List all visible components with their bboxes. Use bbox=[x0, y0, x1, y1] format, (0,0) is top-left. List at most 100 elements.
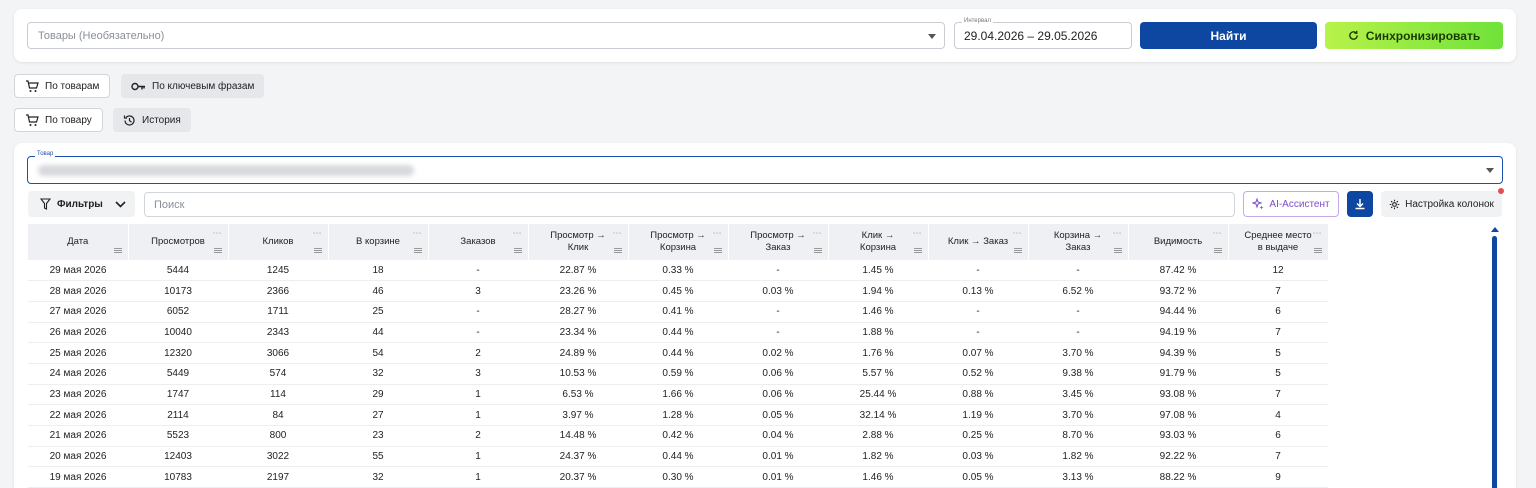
column-header[interactable]: Видимость ⋯ bbox=[1128, 224, 1229, 260]
ai-assistant-button[interactable]: AI-Ассистент bbox=[1243, 191, 1339, 217]
table-cell: 88.22 % bbox=[1128, 466, 1228, 488]
column-header[interactable]: В корзине ⋯ bbox=[328, 224, 429, 260]
tab-by-products[interactable]: По товарам bbox=[14, 74, 111, 98]
column-header[interactable]: Клик → Корзина ⋯ bbox=[828, 224, 929, 260]
column-menu-icon[interactable] bbox=[213, 248, 222, 253]
table-cell: 2.88 % bbox=[828, 425, 928, 447]
table-cell: 28.27 % bbox=[528, 301, 628, 323]
chevron-down-icon bbox=[115, 200, 126, 208]
column-options-icon[interactable]: ⋯ bbox=[913, 227, 922, 239]
history-table: Дата Просмотров ⋯ Кликов ⋯ В корзине ⋯ Заказов ⋯… bbox=[28, 224, 1329, 488]
table-row[interactable]: 22 мая 2026 2114 84 27 1 3.97 % 1.28 % 0.05 % 32… bbox=[28, 404, 1328, 426]
key-icon bbox=[131, 82, 145, 90]
table-cell: 1.46 % bbox=[828, 301, 928, 323]
column-menu-icon[interactable] bbox=[1013, 248, 1022, 253]
column-header[interactable]: Кликов ⋯ bbox=[228, 224, 329, 260]
column-header[interactable]: Просмотр → Корзина ⋯ bbox=[628, 224, 729, 260]
tab-by-product[interactable]: По товару bbox=[14, 108, 103, 132]
column-header-label: Просмотров bbox=[151, 236, 205, 247]
table-cell: 0.07 % bbox=[928, 342, 1028, 364]
table-cell: 2114 bbox=[128, 404, 228, 426]
column-options-icon[interactable]: ⋯ bbox=[1013, 227, 1022, 239]
table-cell: 0.44 % bbox=[628, 446, 728, 468]
table-cell: 20 мая 2026 bbox=[28, 446, 128, 468]
table-cell: 2 bbox=[428, 425, 528, 447]
table-cell: 3 bbox=[428, 280, 528, 302]
table-cell: 10783 bbox=[128, 466, 228, 488]
column-header[interactable]: Просмотров ⋯ bbox=[128, 224, 229, 260]
table-scrollbar[interactable] bbox=[1490, 227, 1500, 488]
column-options-icon[interactable]: ⋯ bbox=[413, 227, 422, 239]
column-header[interactable]: Заказов ⋯ bbox=[428, 224, 529, 260]
interval-field[interactable]: Интервал 29.04.2026 – 29.05.2026 bbox=[954, 18, 1132, 49]
table-cell: 0.59 % bbox=[628, 363, 728, 385]
column-menu-icon[interactable] bbox=[913, 248, 922, 253]
column-options-icon[interactable]: ⋯ bbox=[1113, 227, 1122, 239]
column-header[interactable]: Клик → Заказ ⋯ bbox=[928, 224, 1029, 260]
column-options-icon[interactable]: ⋯ bbox=[613, 227, 622, 239]
column-menu-icon[interactable] bbox=[513, 248, 522, 253]
column-menu-icon[interactable] bbox=[313, 248, 322, 253]
download-button[interactable] bbox=[1347, 191, 1373, 217]
column-header[interactable]: Просмотр → Клик ⋯ bbox=[528, 224, 629, 260]
table-cell: 0.25 % bbox=[928, 425, 1028, 447]
product-select[interactable]: Товар bbox=[27, 151, 1503, 184]
search-input[interactable] bbox=[144, 192, 1235, 217]
column-header-label: Дата bbox=[67, 236, 89, 247]
interval-value: 29.04.2026 – 29.05.2026 bbox=[964, 29, 1098, 43]
column-header-label: Корзина → bbox=[1053, 230, 1103, 241]
column-menu-icon[interactable] bbox=[1113, 248, 1122, 253]
column-menu-icon[interactable] bbox=[813, 248, 822, 253]
table-row[interactable]: 28 мая 2026 10173 2366 46 3 23.26 % 0.45 % 0.03… bbox=[28, 280, 1328, 302]
table-cell: 4 bbox=[1228, 404, 1328, 426]
column-menu-icon[interactable] bbox=[613, 248, 622, 253]
table-cell: - bbox=[428, 322, 528, 344]
tab-history[interactable]: История bbox=[113, 108, 191, 132]
column-options-icon[interactable]: ⋯ bbox=[1213, 227, 1222, 239]
scroll-up-arrow-icon[interactable] bbox=[1491, 227, 1499, 232]
column-options-icon[interactable]: ⋯ bbox=[213, 227, 222, 239]
column-menu-icon[interactable] bbox=[713, 248, 722, 253]
table-cell: 32.14 % bbox=[828, 404, 928, 426]
column-options-icon[interactable]: ⋯ bbox=[713, 227, 722, 239]
table-cell: 114 bbox=[228, 384, 328, 406]
column-menu-icon[interactable] bbox=[1213, 248, 1222, 253]
table-row[interactable]: 20 мая 2026 12403 3022 55 1 24.37 % 0.44 % 0.01… bbox=[28, 446, 1328, 468]
column-menu-icon[interactable] bbox=[113, 248, 122, 253]
tab-by-keywords[interactable]: По ключевым фразам bbox=[121, 74, 265, 98]
table-row[interactable]: 25 мая 2026 12320 3066 54 2 24.89 % 0.44 % 0.02… bbox=[28, 342, 1328, 364]
table-row[interactable]: 26 мая 2026 10040 2343 44-23.34 % 0.44 % -1.8… bbox=[28, 322, 1328, 344]
table-row[interactable]: 23 мая 2026 1747 114 29 1 6.53 % 1.66 % 0.06 % 2… bbox=[28, 384, 1328, 406]
table-cell: 21 мая 2026 bbox=[28, 425, 128, 447]
table-cell: - bbox=[428, 260, 528, 282]
column-menu-icon[interactable] bbox=[1313, 248, 1322, 253]
column-header[interactable]: Корзина → Заказ ⋯ bbox=[1028, 224, 1129, 260]
scrollbar-thumb[interactable] bbox=[1492, 236, 1497, 488]
table-cell: - bbox=[928, 260, 1028, 282]
table-row[interactable]: 19 мая 2026 10783 2197 32 1 20.37 % 0.30 % 0.01… bbox=[28, 466, 1328, 488]
column-options-icon[interactable]: ⋯ bbox=[513, 227, 522, 239]
table-row[interactable]: 27 мая 2026 6052 1711 25-28.27 % 0.41 % -1.46… bbox=[28, 301, 1328, 323]
table-cell: 3 bbox=[428, 363, 528, 385]
table-row[interactable]: 29 мая 2026 5444 1245 18-22.87 % 0.33 % -1.45… bbox=[28, 260, 1328, 282]
table-row[interactable]: 24 мая 2026 5449 574 32 3 10.53 % 0.59 % 0.06 %… bbox=[28, 363, 1328, 385]
column-header-label: Кликов bbox=[262, 236, 294, 247]
download-icon bbox=[1355, 199, 1365, 210]
column-header[interactable]: Дата bbox=[28, 224, 129, 260]
column-menu-icon[interactable] bbox=[413, 248, 422, 253]
column-settings-button[interactable]: Настройка колонок bbox=[1381, 191, 1502, 217]
sparkle-icon bbox=[1252, 198, 1264, 210]
table-row[interactable]: 21 мая 2026 5523 800 23 2 14.48 % 0.42 % 0.04 %… bbox=[28, 425, 1328, 447]
column-header[interactable]: Просмотр → Заказ ⋯ bbox=[728, 224, 829, 260]
table-cell: 1.76 % bbox=[828, 342, 928, 364]
sync-button[interactable]: Синхронизировать bbox=[1325, 22, 1503, 49]
filters-button[interactable]: Фильтры bbox=[28, 191, 135, 217]
column-options-icon[interactable]: ⋯ bbox=[813, 227, 822, 239]
column-header[interactable]: Среднее место в выдаче ⋯ bbox=[1228, 224, 1329, 260]
column-header-label: Клик → Заказ bbox=[947, 236, 1009, 247]
find-button[interactable]: Найти bbox=[1140, 22, 1317, 49]
column-options-icon[interactable]: ⋯ bbox=[313, 227, 322, 239]
column-options-icon[interactable]: ⋯ bbox=[1313, 227, 1322, 239]
table-cell: 0.41 % bbox=[628, 301, 728, 323]
products-select[interactable]: Товары (Необязательно) bbox=[27, 22, 945, 49]
